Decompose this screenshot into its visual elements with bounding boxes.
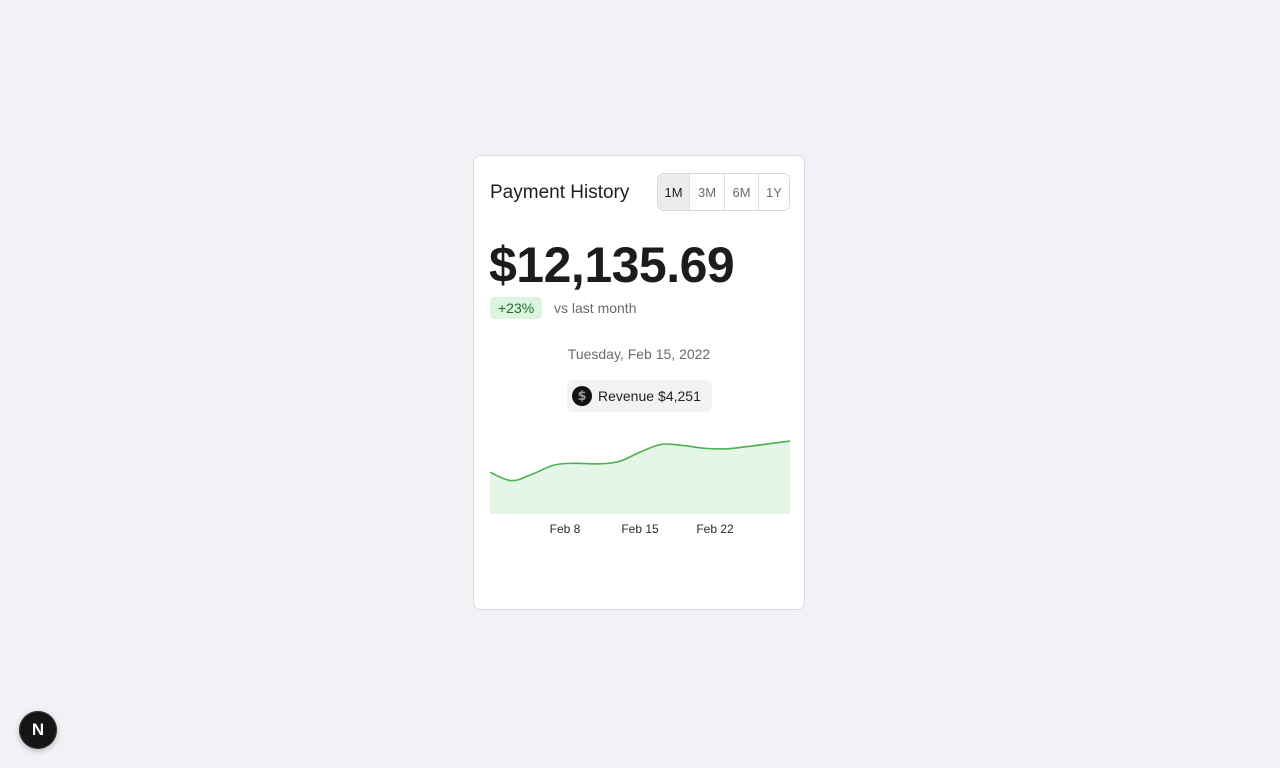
x-tick-label: Feb 8 bbox=[550, 522, 581, 536]
selected-date: Tuesday, Feb 15, 2022 bbox=[567, 346, 711, 362]
revenue-label: Revenue bbox=[598, 388, 655, 404]
revenue-tooltip: $ Revenue $4,251 bbox=[567, 380, 712, 412]
total-amount: $12,135.69 bbox=[489, 237, 735, 293]
x-tick-label: Feb 22 bbox=[696, 522, 734, 536]
change-caption: vs last month bbox=[554, 300, 637, 316]
range-6m-button[interactable]: 6M bbox=[725, 174, 759, 210]
framework-badge-button[interactable]: N bbox=[19, 711, 57, 749]
payment-history-card: Payment History 1M 3M 6M 1Y $12,135.69 +… bbox=[473, 155, 805, 610]
payment-area-chart[interactable]: Feb 8 Feb 15 Feb 22 bbox=[490, 436, 790, 536]
change-badge: +23% bbox=[490, 297, 543, 319]
time-range-selector: 1M 3M 6M 1Y bbox=[657, 173, 790, 211]
revenue-value: $4,251 bbox=[658, 388, 701, 404]
x-axis-ticks: Feb 8 Feb 15 Feb 22 bbox=[550, 522, 734, 536]
dollar-circle-icon: $ bbox=[572, 386, 592, 406]
range-1m-button[interactable]: 1M bbox=[658, 174, 690, 210]
range-3m-button[interactable]: 3M bbox=[690, 174, 725, 210]
x-tick-label: Feb 15 bbox=[621, 522, 659, 536]
range-1y-button[interactable]: 1Y bbox=[759, 174, 789, 210]
card-title: Payment History bbox=[490, 182, 630, 203]
